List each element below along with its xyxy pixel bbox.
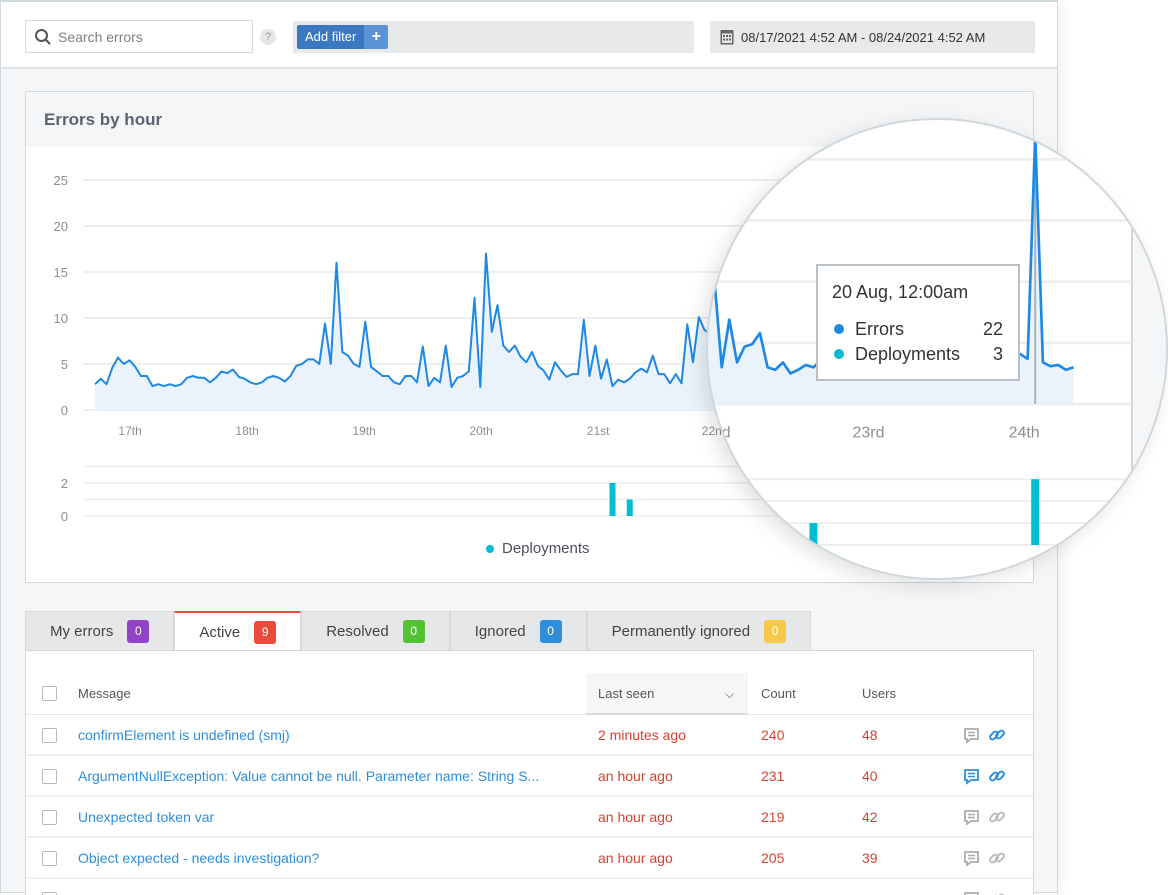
tab-count-badge: 9 [254,621,276,644]
column-last-seen[interactable]: Last seen ⌵ [586,673,748,715]
add-filter-label: Add filter [297,25,364,49]
error-count: 219 [761,797,784,837]
tab-active[interactable]: Active 9 [174,611,301,651]
row-checkbox[interactable] [42,728,57,743]
table-header: Message Last seen ⌵ Count Users [26,673,1033,715]
chart-title: Errors by hour [26,92,1033,147]
toolbar: ? Add filter + 08/17/2021 4:52 AM - 08/2… [1,2,1057,69]
row-checkbox[interactable] [42,851,57,866]
legend-label: Deployments [502,540,590,557]
tab-label: My errors [50,623,113,640]
comment-icon[interactable] [963,891,980,895]
user-count: 42 [862,797,878,837]
tab-count-badge: 0 [127,620,149,643]
tab-label: Active [199,624,240,641]
table-row[interactable]: confirmElement is undefined (smj) 2 minu… [26,715,1033,756]
tab-label: Resolved [326,623,389,640]
row-checkbox[interactable] [42,769,57,784]
select-all-checkbox[interactable] [42,686,57,701]
column-count[interactable]: Count [761,673,796,715]
tab-permanently-ignored[interactable]: Permanently ignored 0 [587,611,811,651]
last-seen: an hour ago [598,797,673,837]
errors-table: Message Last seen ⌵ Count Users confirmEl… [25,650,1034,895]
calendar-icon [720,29,734,45]
search-icon [34,28,52,46]
comment-icon[interactable] [963,809,980,829]
comment-icon[interactable] [963,850,980,870]
column-last-seen-label: Last seen [598,686,654,701]
tab-my-errors[interactable]: My errors 0 [25,611,174,651]
user-count: 48 [862,715,878,755]
help-icon[interactable]: ? [260,29,276,45]
row-checkbox[interactable] [42,810,57,825]
user-count: 40 [862,756,878,796]
error-count: 240 [761,715,784,755]
error-message-link[interactable]: ArgumentNullException: Value cannot be n… [78,756,539,796]
plus-icon: + [364,25,388,49]
comment-icon[interactable] [963,727,980,747]
error-count: 205 [761,838,784,878]
error-message-link[interactable]: Object expected - needs investigation? [78,838,319,878]
link-icon[interactable] [988,726,1006,747]
legend-deployments[interactable]: Deployments [486,540,590,557]
tab-count-badge: 0 [540,620,562,643]
date-range-picker[interactable]: 08/17/2021 4:52 AM - 08/24/2021 4:52 AM [710,21,1035,53]
link-icon[interactable] [988,808,1006,829]
errors-chart-card: Errors by hour Deployments [25,91,1034,583]
filter-bar: Add filter + [293,21,694,53]
add-filter-button[interactable]: Add filter + [297,25,388,49]
chevron-down-icon: ⌵ [725,673,734,715]
app-frame: ? Add filter + 08/17/2021 4:52 AM - 08/2… [0,0,1058,893]
column-users[interactable]: Users [862,673,896,715]
tab-label: Ignored [475,623,526,640]
status-tabs: My errors0Active9Resolved0Ignored0Perman… [25,611,811,651]
last-seen: an hour ago [598,756,673,796]
error-message-link[interactable]: confirmElement is undefined (smj) [78,715,290,755]
comment-icon[interactable] [963,768,980,788]
tab-ignored[interactable]: Ignored 0 [450,611,587,651]
last-seen: 2 minutes ago [598,715,686,755]
link-icon[interactable] [988,849,1006,870]
last-seen: an hour ago [598,838,673,878]
column-message[interactable]: Message [78,673,131,715]
deployments-legend-dot [486,545,494,553]
tab-resolved[interactable]: Resolved 0 [301,611,450,651]
table-row[interactable]: ArgumentNullException: Value cannot be n… [26,756,1033,797]
user-count: 39 [862,838,878,878]
date-range-text: 08/17/2021 4:52 AM - 08/24/2021 4:52 AM [741,30,985,45]
tab-count-badge: 0 [403,620,425,643]
link-icon[interactable] [988,767,1006,788]
tab-count-badge: 0 [764,620,786,643]
search-input[interactable] [58,29,238,45]
tab-label: Permanently ignored [612,623,750,640]
table-row[interactable]: Unexpected token var an hour ago 219 42 [26,797,1033,838]
error-message-link[interactable]: Unexpected token var [78,797,214,837]
error-count: 231 [761,756,784,796]
search-box[interactable] [25,20,253,53]
table-row[interactable]: Object expected - needs investigation? a… [26,838,1033,879]
